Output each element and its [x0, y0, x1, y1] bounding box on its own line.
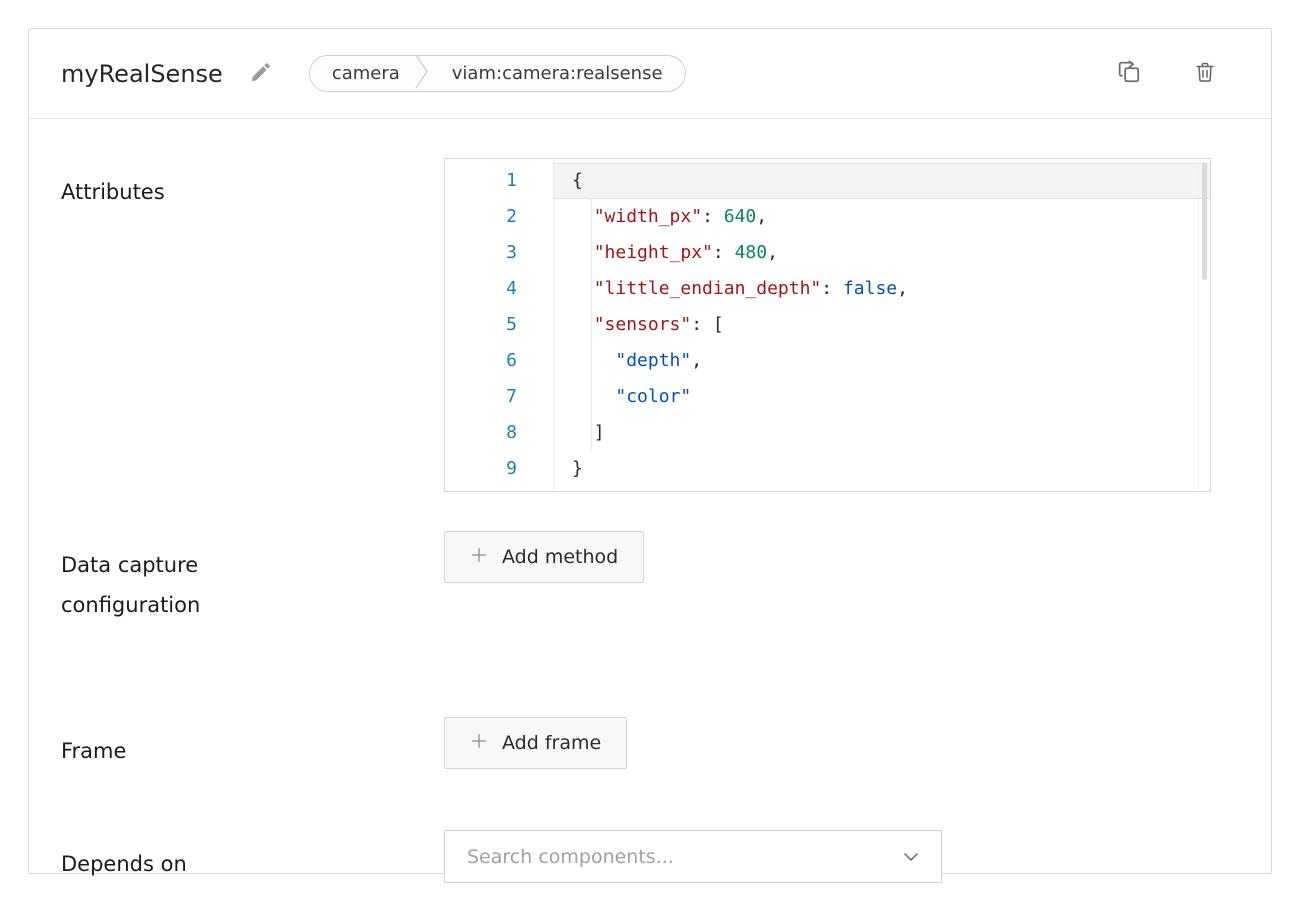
- edit-name-button[interactable]: [249, 60, 273, 87]
- plus-icon: [470, 732, 488, 755]
- code-line: 8 ]: [445, 415, 1210, 451]
- gutter-separator: [553, 159, 554, 491]
- code-line-content: "height_px": 480,: [553, 235, 1210, 271]
- line-number: 6: [445, 343, 553, 379]
- line-number: 2: [445, 199, 553, 235]
- data-capture-row: Data capture configuration Add method: [61, 531, 1239, 625]
- header-actions: [1116, 59, 1217, 88]
- code-line-content: }: [553, 451, 1210, 487]
- add-frame-label: Add frame: [502, 732, 601, 754]
- line-number: 8: [445, 415, 553, 451]
- duplicate-icon: [1116, 59, 1142, 88]
- attributes-label: Attributes: [61, 158, 276, 212]
- line-number: 9: [445, 451, 553, 487]
- trash-icon: [1193, 59, 1217, 88]
- duplicate-button[interactable]: [1116, 59, 1142, 88]
- add-method-label: Add method: [502, 546, 618, 568]
- code-line-content: "width_px": 640,: [553, 199, 1210, 235]
- chevron-down-icon: [903, 847, 919, 866]
- add-frame-button[interactable]: Add frame: [444, 717, 627, 769]
- indent-guide: [591, 199, 592, 451]
- attributes-editor[interactable]: 1{2 "width_px": 640,3 "height_px": 480,4…: [444, 158, 1211, 492]
- line-number: 5: [445, 307, 553, 343]
- breadcrumb-separator-icon: [414, 55, 430, 92]
- code-line: 3 "height_px": 480,: [445, 235, 1210, 271]
- data-capture-label: Data capture configuration: [61, 531, 276, 625]
- scrollbar-thumb[interactable]: [1202, 162, 1207, 280]
- line-number: 7: [445, 379, 553, 415]
- code-line-content: ]: [553, 415, 1210, 451]
- code-line: 7 "color": [445, 379, 1210, 415]
- code-line: 1{: [445, 163, 1210, 199]
- component-name: myRealSense: [61, 60, 223, 88]
- code-line-content: "sensors": [: [553, 307, 1210, 343]
- add-method-button[interactable]: Add method: [444, 531, 644, 583]
- frame-row: Frame Add frame: [61, 717, 1239, 771]
- code-line-content: {: [553, 163, 1210, 199]
- code-line-content: "little_endian_depth": false,: [553, 271, 1210, 307]
- code-line: 5 "sensors": [: [445, 307, 1210, 343]
- plus-icon: [470, 546, 488, 569]
- depends-on-label: Depends on: [61, 830, 276, 884]
- breadcrumb-model: viam:camera:realsense: [430, 63, 685, 84]
- component-header: myRealSense camera viam:camera:realsense: [29, 29, 1271, 119]
- code-line-content: "depth",: [553, 343, 1210, 379]
- line-number: 4: [445, 271, 553, 307]
- breadcrumb: camera viam:camera:realsense: [309, 55, 686, 92]
- line-number: 3: [445, 235, 553, 271]
- code-lines: 1{2 "width_px": 640,3 "height_px": 480,4…: [445, 163, 1210, 487]
- code-line: 2 "width_px": 640,: [445, 199, 1210, 235]
- scrollbar-track: [1198, 159, 1199, 491]
- delete-button[interactable]: [1193, 59, 1217, 88]
- pencil-icon: [249, 60, 273, 87]
- code-line: 6 "depth",: [445, 343, 1210, 379]
- depends-on-row: Depends on: [61, 830, 1239, 884]
- line-number: 1: [445, 163, 553, 199]
- attributes-row: Attributes 1{2 "width_px": 640,3 "height…: [61, 158, 1239, 492]
- code-line: 9}: [445, 451, 1210, 487]
- frame-label: Frame: [61, 717, 276, 771]
- component-body: Attributes 1{2 "width_px": 640,3 "height…: [29, 119, 1271, 884]
- depends-on-select[interactable]: [444, 830, 942, 883]
- breadcrumb-type: camera: [310, 63, 414, 84]
- code-line-content: "color": [553, 379, 1210, 415]
- search-components-input[interactable]: [467, 846, 903, 868]
- code-line: 4 "little_endian_depth": false,: [445, 271, 1210, 307]
- component-card: myRealSense camera viam:camera:realsense: [28, 28, 1272, 874]
